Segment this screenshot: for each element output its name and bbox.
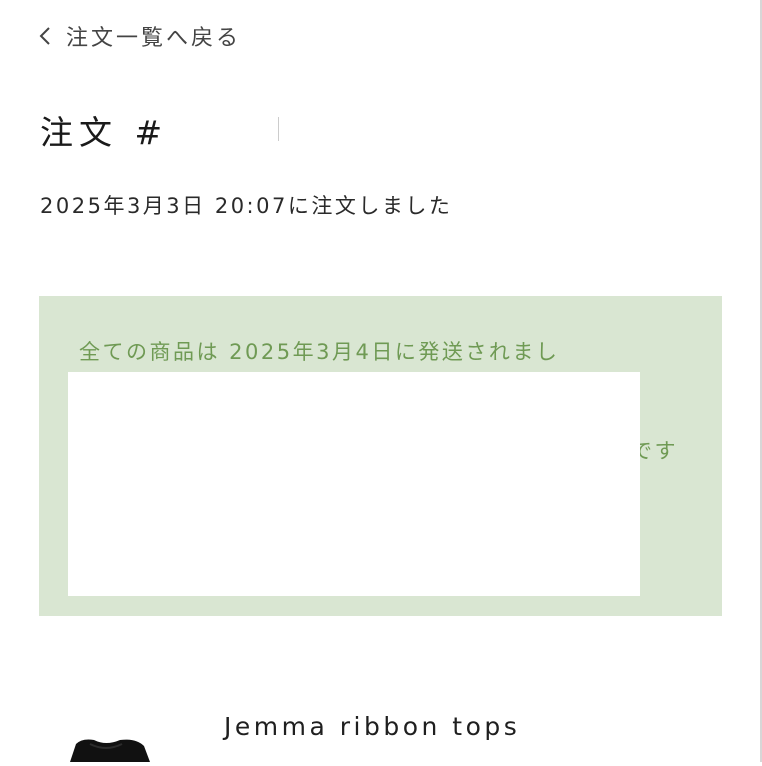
shipping-status-panel: 全ての商品は 2025年3月4日に発送されまし です (39, 296, 722, 616)
order-date: 2025年3月3日 20:07に注文しました (40, 194, 453, 218)
shipping-status-message: 全ての商品は 2025年3月4日に発送されまし (79, 340, 560, 364)
product-thumbnail[interactable] (60, 728, 160, 762)
back-to-orders-link[interactable]: 注文一覧へ戻る (38, 20, 241, 52)
text-cursor (278, 117, 279, 141)
order-title: 注文 # (40, 113, 169, 152)
redacted-area (68, 372, 640, 596)
back-link-label: 注文一覧へ戻る (66, 26, 242, 51)
chevron-left-icon (38, 25, 52, 47)
product-name[interactable]: Jemma ribbon tops (224, 712, 520, 741)
